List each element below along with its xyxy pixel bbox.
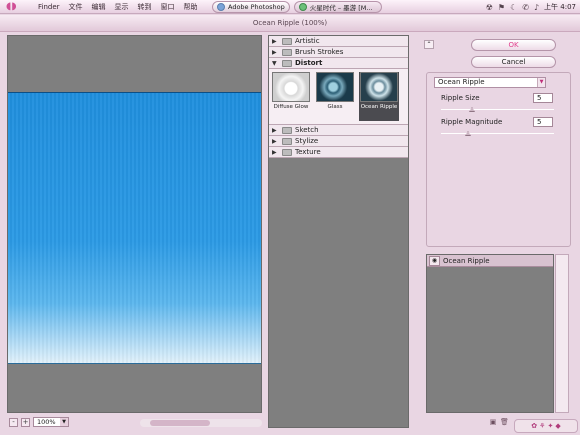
zoom-out-button[interactable]: - — [9, 417, 18, 427]
menu-window[interactable]: 窗口 — [161, 2, 175, 12]
disclosure-right-icon[interactable]: ▶ — [272, 49, 279, 56]
cancel-button[interactable]: Cancel — [471, 56, 556, 68]
radiation-icon[interactable]: ☢ — [486, 3, 493, 12]
folder-icon — [282, 137, 292, 145]
preview-canvas[interactable] — [7, 35, 262, 413]
ripple-size-label: Ripple Size — [441, 94, 480, 102]
effect-layers-panel: ◉ Ocean Ripple — [426, 254, 554, 413]
phone-icon[interactable]: ✆ — [522, 3, 529, 12]
apple-menu-icon[interactable]: ◖◗ — [6, 1, 32, 13]
filter-ocean-ripple[interactable]: Ocean Ripple — [359, 72, 399, 121]
filter-gallery-tree: ▶ Artistic ▶ Brush Strokes ▼ Distort Dif… — [268, 35, 409, 428]
category-distort[interactable]: ▼ Distort — [269, 58, 408, 69]
eye-visibility-icon[interactable]: ◉ — [429, 255, 440, 266]
preview-image — [8, 92, 261, 364]
folder-icon — [282, 148, 292, 156]
zoom-level-select[interactable]: 100% ▼ — [33, 417, 69, 427]
disclosure-right-icon[interactable]: ▶ — [272, 138, 279, 145]
filter-diffuse-glow[interactable]: Diffuse Glow — [271, 72, 311, 121]
layers-scrollbar[interactable] — [555, 254, 569, 413]
category-label: Texture — [295, 148, 321, 156]
folder-open-icon — [282, 59, 292, 67]
ok-button[interactable]: OK — [471, 39, 556, 51]
chevron-up-icon: ⌃ — [426, 41, 432, 48]
filter-glass[interactable]: Glass — [315, 72, 355, 121]
zoom-in-button[interactable]: + — [21, 417, 30, 427]
moon-icon[interactable]: ☾ — [510, 3, 517, 12]
distort-thumbnails: Diffuse Glow Glass Ocean Ripple — [269, 69, 408, 125]
menu-go[interactable]: 转到 — [138, 2, 152, 12]
filter-label: Glass — [327, 104, 343, 110]
menu-help[interactable]: 帮助 — [184, 2, 198, 12]
filter-label: Ocean Ripple — [360, 104, 398, 110]
clock[interactable]: 上午 4:07 — [544, 2, 576, 12]
menu-edit[interactable]: 编辑 — [92, 2, 106, 12]
collapse-gallery-button[interactable]: ⌃ — [424, 40, 434, 49]
task-photoshop-label: Adobe Photoshop — [228, 3, 285, 11]
disclosure-right-icon[interactable]: ▶ — [272, 38, 279, 45]
filter-select-value: Ocean Ripple — [438, 78, 485, 86]
new-layer-icon[interactable]: ▣ — [489, 418, 497, 426]
effect-layer-label: Ocean Ripple — [443, 256, 490, 265]
category-label: Artistic — [295, 37, 320, 45]
ripple-size-slider-track[interactable] — [441, 109, 554, 110]
category-label: Distort — [295, 59, 323, 67]
ripple-magnitude-input[interactable]: 5 — [533, 117, 553, 127]
folder-icon — [282, 37, 292, 45]
ripple-magnitude-slider-track[interactable] — [441, 133, 554, 134]
trash-icon[interactable]: 🗑 — [500, 418, 509, 426]
diffuse-glow-thumbnail — [272, 72, 310, 102]
dock-icon-2[interactable]: ⚘ — [539, 422, 545, 430]
ocean-ripple-thumbnail — [360, 72, 398, 102]
browser-app-icon — [298, 3, 307, 11]
mini-dock: ✿ ⚘ ✦ ◆ — [514, 419, 578, 433]
chevron-down-icon: ▼ — [60, 418, 68, 426]
dock-icon-4[interactable]: ◆ — [555, 422, 560, 430]
category-label: Stylize — [295, 137, 319, 145]
preview-horizontal-scrollbar[interactable] — [140, 419, 262, 427]
glass-thumbnail — [316, 72, 354, 102]
disclosure-down-icon[interactable]: ▼ — [272, 60, 279, 67]
menu-file[interactable]: 文件 — [69, 2, 83, 12]
window-title-bar[interactable]: Ocean Ripple (100%) — [0, 15, 580, 32]
folder-icon — [282, 126, 292, 134]
zoom-level-value: 100% — [37, 418, 56, 426]
category-label: Brush Strokes — [295, 48, 344, 56]
filter-select[interactable]: Ocean Ripple ▼ — [434, 77, 546, 88]
volume-icon[interactable]: ♪ — [534, 3, 539, 12]
task-browser-label: 火星时代 – 墨游 [M... — [309, 4, 373, 12]
task-photoshop[interactable]: Adobe Photoshop — [212, 1, 290, 13]
disclosure-right-icon[interactable]: ▶ — [272, 149, 279, 156]
category-brush-strokes[interactable]: ▶ Brush Strokes — [269, 47, 408, 58]
category-label: Sketch — [295, 126, 319, 134]
category-artistic[interactable]: ▶ Artistic — [269, 36, 408, 47]
photoshop-app-icon — [217, 3, 225, 11]
menu-bar: ◖◗ Finder 文件 编辑 显示 转到 窗口 帮助 Adobe Photos… — [0, 0, 580, 14]
scrollbar-thumb[interactable] — [150, 420, 210, 426]
ripple-magnitude-label: Ripple Magnitude — [441, 118, 503, 126]
disclosure-right-icon[interactable]: ▶ — [272, 127, 279, 134]
category-stylize[interactable]: ▶ Stylize — [269, 136, 408, 147]
dock-icon-3[interactable]: ✦ — [547, 422, 553, 430]
category-sketch[interactable]: ▶ Sketch — [269, 125, 408, 136]
dock-icon-1[interactable]: ✿ — [531, 422, 537, 430]
flag-icon[interactable]: ⚑ — [498, 3, 505, 12]
effect-layer-row[interactable]: ◉ Ocean Ripple — [427, 255, 553, 267]
category-texture[interactable]: ▶ Texture — [269, 147, 408, 158]
ripple-size-input[interactable]: 5 — [533, 93, 553, 103]
filter-label: Diffuse Glow — [273, 104, 309, 110]
menu-finder[interactable]: Finder — [38, 3, 60, 11]
task-browser[interactable]: 火星时代 – 墨游 [M... — [293, 1, 382, 13]
chevron-down-icon: ▼ — [537, 78, 545, 87]
window-title: Ocean Ripple (100%) — [252, 19, 328, 27]
menu-view[interactable]: 显示 — [115, 2, 129, 12]
folder-icon — [282, 48, 292, 56]
